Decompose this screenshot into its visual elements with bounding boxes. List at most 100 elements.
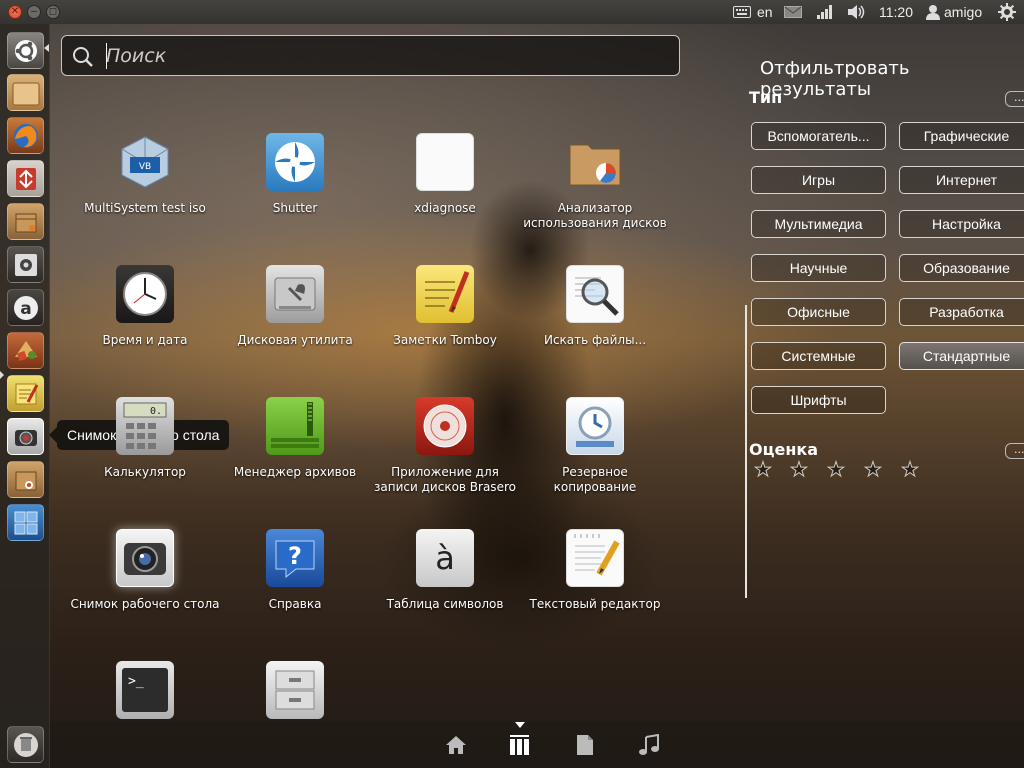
filter-chip[interactable]: Системные: [751, 342, 886, 370]
lens-applications[interactable]: [508, 733, 532, 757]
filter-chip-selected[interactable]: Стандартные: [899, 342, 1024, 370]
rating-star-icon[interactable]: ★: [827, 457, 846, 482]
package-manager-icon: [15, 167, 36, 190]
app-terminal[interactable]: >_: [70, 661, 220, 719]
app-brasero[interactable]: Приложение для записи дисков Brasero: [370, 397, 520, 495]
disk-usage-folder-icon: [566, 133, 624, 191]
filter-chip[interactable]: Мультимедиа: [751, 210, 886, 238]
app-backup[interactable]: Резервное копирование: [520, 397, 670, 495]
app-label: Таблица символов: [386, 597, 504, 611]
calculator-icon: 0.: [116, 397, 174, 455]
launcher-home-folder[interactable]: [7, 74, 44, 111]
terminal-icon: >_: [116, 661, 174, 719]
svg-text:a: a: [20, 299, 31, 319]
lens-home[interactable]: [444, 733, 468, 757]
app-disk-utility[interactable]: Дисковая утилита: [220, 265, 370, 348]
clock[interactable]: 11:20: [879, 0, 913, 24]
camera-icon: [14, 429, 37, 446]
rating-star-icon[interactable]: ★: [864, 457, 883, 482]
app-label: Текстовый редактор: [529, 597, 661, 611]
app-label: Время и дата: [102, 333, 188, 347]
ubuntu-icon: [14, 39, 37, 62]
search-box[interactable]: [61, 35, 680, 76]
launcher-tomboy[interactable]: [7, 375, 44, 412]
rating-star-icon[interactable]: ★: [790, 457, 809, 482]
volume-indicator[interactable]: [847, 0, 865, 24]
launcher-software-center[interactable]: [7, 203, 44, 240]
mail-indicator[interactable]: [784, 0, 802, 24]
launcher-workspaces[interactable]: [7, 504, 44, 541]
app-label: Искать файлы...: [543, 333, 647, 347]
app-label: Анализатор использования дисков: [523, 201, 667, 230]
filter-chip[interactable]: Шрифты: [751, 386, 886, 414]
filter-chip[interactable]: Разработка: [899, 298, 1024, 326]
app-text-editor[interactable]: Текстовый редактор: [520, 529, 670, 612]
maximize-window-button[interactable]: ◻: [46, 5, 60, 19]
filter-chip[interactable]: Игры: [751, 166, 886, 194]
filter-chip[interactable]: Образование: [899, 254, 1024, 282]
launcher-firefox[interactable]: [7, 117, 44, 154]
virtualbox-icon: VB: [116, 133, 174, 191]
help-icon: ?: [266, 529, 324, 587]
app-tomboy[interactable]: Заметки Tomboy: [370, 265, 520, 348]
minimize-window-button[interactable]: –: [27, 5, 41, 19]
rating-more-button[interactable]: ...: [1005, 443, 1024, 459]
filter-chip[interactable]: Интернет: [899, 166, 1024, 194]
app-disk-usage-analyzer[interactable]: Анализатор использования дисков: [520, 133, 670, 231]
app-archive-manager[interactable]: Менеджер архивов: [220, 397, 370, 480]
filter-scrollbar[interactable]: [745, 305, 747, 598]
app-multisystem[interactable]: VB MultiSystem test iso: [70, 133, 220, 216]
shutter-icon: [266, 133, 324, 191]
keyboard-indicator[interactable]: en: [733, 0, 773, 24]
app-xdiagnose[interactable]: xdiagnose: [370, 133, 520, 216]
rating-star-icon[interactable]: ★: [901, 457, 920, 482]
firefox-icon: [13, 123, 38, 148]
launcher-games[interactable]: [7, 332, 44, 369]
type-more-button[interactable]: ...: [1005, 91, 1024, 107]
launcher-screenshot[interactable]: [7, 418, 44, 455]
app-label: Shutter: [272, 201, 318, 215]
app-character-map[interactable]: à Таблица символов: [370, 529, 520, 612]
network-icon: [817, 5, 832, 19]
filter-chip[interactable]: Настройка: [899, 210, 1024, 238]
launcher-trash[interactable]: [7, 726, 44, 763]
settings-icon: [14, 253, 37, 276]
rating-star-icon[interactable]: ★: [754, 457, 773, 482]
launcher-amigo[interactable]: a: [7, 289, 44, 326]
user-menu[interactable]: amigo: [926, 0, 982, 24]
search-input[interactable]: [106, 38, 666, 73]
app-label: Справка: [268, 597, 322, 611]
app-label: Калькулятор: [104, 465, 186, 479]
keyboard-layout-label: en: [757, 4, 773, 20]
filter-title: Отфильтровать результаты: [760, 58, 910, 100]
top-panel: ✕ – ◻ en 11:20 amigo: [0, 0, 1024, 24]
app-file-cabinet[interactable]: [220, 661, 370, 719]
filter-chip[interactable]: Офисные: [751, 298, 886, 326]
svg-text:>_: >_: [128, 674, 144, 689]
filter-chip[interactable]: Научные: [751, 254, 886, 282]
app-shutter[interactable]: Shutter: [220, 133, 370, 216]
app-label: Дисковая утилита: [237, 333, 353, 347]
launcher-installer[interactable]: [7, 461, 44, 498]
app-calculator[interactable]: 0. Калькулятор: [70, 397, 220, 480]
lens-files[interactable]: [573, 733, 597, 757]
games-icon: [14, 340, 37, 361]
network-indicator[interactable]: [816, 0, 832, 24]
filter-chip[interactable]: Вспомогатель...: [751, 122, 886, 150]
gear-icon: [998, 3, 1016, 21]
close-window-button[interactable]: ✕: [8, 5, 22, 19]
lens-bar: [50, 722, 1024, 768]
character-map-icon: à: [416, 529, 474, 587]
launcher-dash-home[interactable]: [7, 32, 44, 69]
launcher-synaptic[interactable]: [7, 160, 44, 197]
app-time-date[interactable]: Время и дата: [70, 265, 220, 348]
app-label: Менеджер архивов: [233, 465, 357, 479]
app-help[interactable]: ? Справка: [220, 529, 370, 612]
lens-music[interactable]: [637, 733, 661, 757]
keyboard-icon: [733, 6, 751, 18]
app-search-files[interactable]: Искать файлы...: [520, 265, 670, 348]
launcher-settings[interactable]: [7, 246, 44, 283]
filter-chip[interactable]: Графические: [899, 122, 1024, 150]
app-screenshot[interactable]: Снимок рабочего стола: [70, 529, 220, 612]
session-menu[interactable]: [998, 0, 1016, 24]
